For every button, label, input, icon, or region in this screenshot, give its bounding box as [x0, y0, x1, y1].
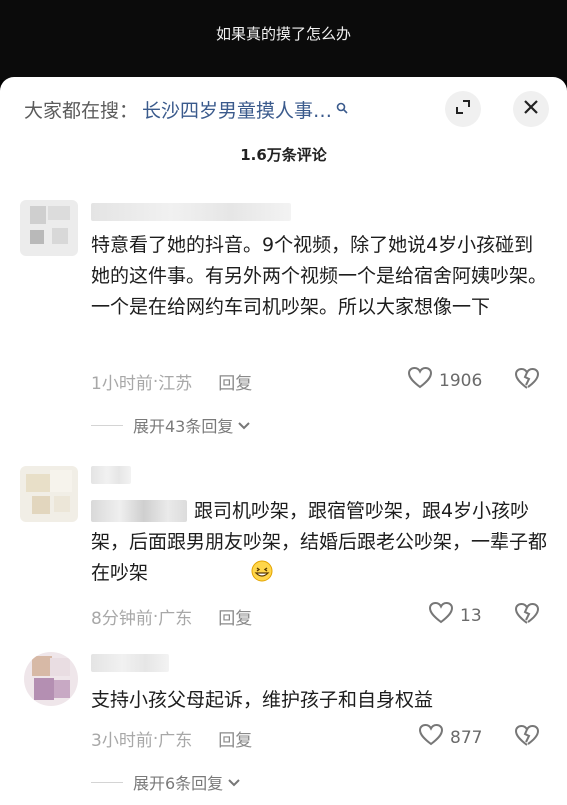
expand-icon: [454, 98, 472, 120]
heart-icon: [418, 723, 450, 752]
comment-meta: 1小时前 · 江苏 回复: [91, 369, 252, 395]
search-prefix: 大家都在搜：: [24, 99, 139, 122]
comment-location: 江苏: [158, 374, 193, 394]
comment-text: 支持小孩父母起诉，维护孩子和自身权益: [91, 689, 434, 711]
heart-icon: [428, 601, 460, 630]
username[interactable]: [91, 203, 291, 221]
grin-emoji-icon: [148, 560, 273, 582]
reply-button[interactable]: 回复: [218, 369, 252, 394]
chevron-down-icon: [237, 416, 251, 435]
comment-location: 广东: [158, 731, 193, 751]
divider: [91, 781, 123, 783]
expand-replies-label: 展开43条回复: [133, 417, 234, 436]
search-icon[interactable]: [336, 97, 348, 114]
comment-time: 1小时前: [91, 374, 153, 394]
comment-time: 8分钟前: [91, 609, 153, 629]
close-button[interactable]: [513, 91, 549, 127]
comment-meta: 3小时前 · 广东 回复: [91, 726, 252, 752]
like-button[interactable]: 877: [418, 723, 482, 752]
broken-heart-icon: [514, 602, 540, 630]
broken-heart-icon: [514, 724, 540, 752]
chevron-down-icon: [227, 773, 241, 792]
video-header: 如果真的摸了怎么办: [0, 0, 567, 80]
reply-button[interactable]: 回复: [218, 604, 252, 629]
comment-location: 广东: [158, 609, 193, 629]
expand-replies-button[interactable]: 展开6条回复: [91, 770, 241, 794]
dislike-button[interactable]: [514, 602, 540, 630]
expand-button[interactable]: [445, 91, 481, 127]
like-count: 877: [450, 727, 483, 748]
divider: [91, 424, 123, 426]
video-title: 如果真的摸了怎么办: [215, 25, 351, 43]
comment-count: 1.6万条评论: [240, 146, 327, 164]
dislike-button[interactable]: [514, 724, 540, 752]
like-count: 1906: [439, 370, 483, 391]
avatar[interactable]: [24, 652, 78, 706]
reply-button[interactable]: 回复: [218, 726, 252, 751]
dislike-button[interactable]: [514, 367, 540, 395]
comment-text: 跟司机吵架，跟宿管吵架，跟4岁小孩吵架，后面跟男朋友吵架，结婚后跟老公吵架，一辈…: [91, 496, 551, 589]
comment-time: 3小时前: [91, 731, 153, 751]
like-button[interactable]: 13: [428, 601, 482, 630]
avatar[interactable]: [20, 200, 78, 256]
like-count: 13: [460, 605, 482, 626]
comment-meta: 8分钟前 · 广东 回复: [91, 604, 252, 630]
search-suggestion[interactable]: 大家都在搜： 长沙四岁男童摸人事…: [24, 96, 348, 122]
search-term-link[interactable]: 长沙四岁男童摸人事…: [142, 96, 332, 123]
close-icon: [523, 99, 539, 119]
username[interactable]: [91, 654, 169, 672]
comment-text: 特意看了她的抖音。9个视频，除了她说4岁小孩碰到她的这件事。有另外两个视频一个是…: [91, 234, 548, 318]
expand-replies-button[interactable]: 展开43条回复: [91, 413, 251, 437]
like-button[interactable]: 1906: [407, 366, 482, 395]
expand-replies-label: 展开6条回复: [133, 774, 224, 793]
broken-heart-icon: [514, 367, 540, 395]
avatar[interactable]: [20, 466, 78, 522]
username[interactable]: [91, 466, 131, 484]
heart-icon: [407, 366, 439, 395]
